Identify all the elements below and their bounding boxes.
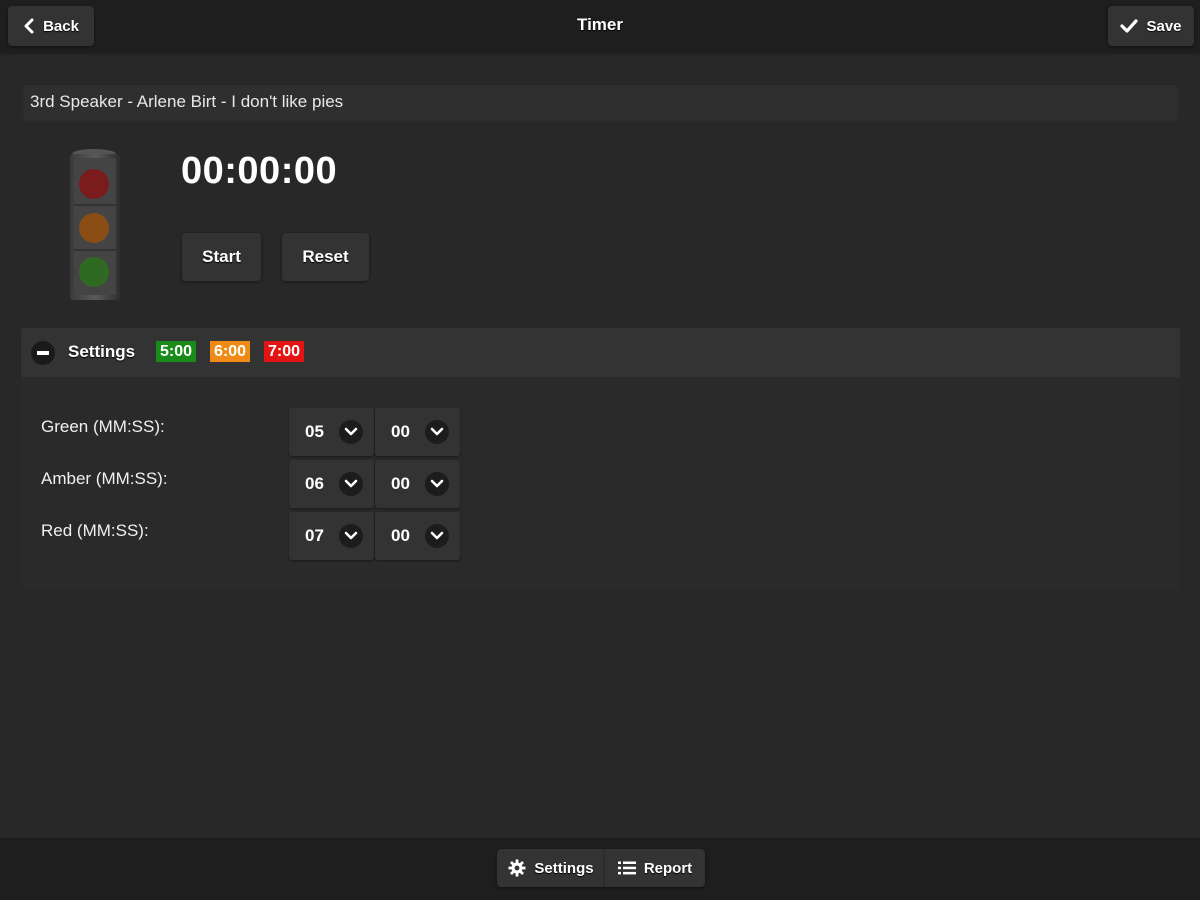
red-seconds-select[interactable]: 00 bbox=[375, 512, 460, 560]
settings-panel: Settings 5:00 6:00 7:00 Green (MM:SS): 0… bbox=[21, 328, 1180, 590]
footer-settings-label: Settings bbox=[534, 859, 594, 877]
header-bar: Back Timer Save bbox=[0, 0, 1200, 52]
green-time-badge: 5:00 bbox=[156, 341, 197, 362]
reset-button[interactable]: Reset bbox=[282, 233, 369, 281]
footer-bar: Settings Report bbox=[0, 838, 1200, 900]
footer-report-button[interactable]: Report bbox=[605, 849, 705, 887]
timer-display: 00:00:00 bbox=[181, 150, 338, 192]
list-icon bbox=[617, 861, 636, 875]
settings-toggle[interactable]: Settings 5:00 6:00 7:00 bbox=[21, 328, 1180, 377]
speaker-name-input[interactable] bbox=[21, 82, 1180, 122]
chevron-down-icon bbox=[339, 472, 363, 496]
green-minutes-value: 05 bbox=[305, 422, 324, 441]
red-time-badge: 7:00 bbox=[264, 341, 305, 362]
footer-settings-button[interactable]: Settings bbox=[497, 849, 605, 887]
amber-seconds-value: 00 bbox=[391, 474, 410, 493]
footer-report-label: Report bbox=[643, 859, 693, 877]
chevron-down-icon bbox=[425, 420, 449, 444]
back-button[interactable]: Back bbox=[8, 6, 94, 46]
amber-label: Amber (MM:SS): bbox=[41, 469, 168, 488]
chevron-down-icon bbox=[339, 420, 363, 444]
save-button[interactable]: Save bbox=[1108, 6, 1194, 46]
gear-icon bbox=[508, 859, 526, 877]
back-label: Back bbox=[43, 17, 79, 35]
red-label: Red (MM:SS): bbox=[41, 521, 149, 540]
amber-minutes-select[interactable]: 06 bbox=[289, 460, 374, 508]
start-button[interactable]: Start bbox=[182, 233, 261, 281]
chevron-down-icon bbox=[339, 524, 363, 548]
save-label: Save bbox=[1146, 17, 1182, 35]
amber-minutes-value: 06 bbox=[305, 474, 324, 493]
red-minutes-value: 07 bbox=[305, 526, 324, 545]
page-title: Timer bbox=[577, 15, 623, 34]
amber-seconds-select[interactable]: 00 bbox=[375, 460, 460, 508]
red-minutes-select[interactable]: 07 bbox=[289, 512, 374, 560]
green-minutes-select[interactable]: 05 bbox=[289, 408, 374, 456]
amber-time-badge: 6:00 bbox=[210, 341, 251, 362]
green-seconds-value: 00 bbox=[391, 422, 410, 441]
chevron-left-icon bbox=[23, 18, 35, 34]
collapse-icon[interactable] bbox=[31, 341, 55, 365]
chevron-down-icon bbox=[425, 524, 449, 548]
chevron-down-icon bbox=[425, 472, 449, 496]
check-icon bbox=[1120, 18, 1139, 34]
settings-title: Settings bbox=[68, 342, 136, 361]
green-seconds-select[interactable]: 00 bbox=[375, 408, 460, 456]
red-seconds-value: 00 bbox=[391, 526, 410, 545]
green-label: Green (MM:SS): bbox=[41, 417, 165, 436]
traffic-light-icon bbox=[68, 148, 124, 304]
